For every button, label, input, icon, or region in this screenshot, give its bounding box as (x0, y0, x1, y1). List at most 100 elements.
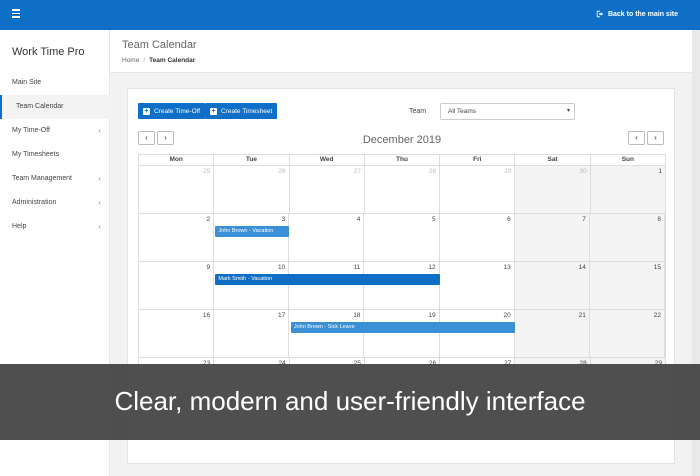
calendar-day-cell[interactable]: 9 (139, 262, 215, 309)
sidebar-item-help[interactable]: Help ‹ (0, 215, 110, 239)
day-number: 15 (653, 264, 661, 271)
team-label: Team (409, 108, 427, 115)
sidebar-item-label: Help (12, 223, 27, 230)
team-select[interactable]: All Teams ▾ (440, 103, 575, 120)
day-number: 2 (206, 216, 211, 223)
breadcrumb-home[interactable]: Home (122, 57, 139, 64)
calendar-day-cell[interactable]: 4 (289, 214, 365, 261)
calendar-day-cell[interactable]: 18 (289, 310, 365, 357)
plus-icon: + (210, 107, 217, 115)
calendar-day-cell[interactable]: 28 (365, 166, 441, 213)
top-bar: Back to the main site (0, 0, 700, 30)
calendar-day-cell[interactable]: 16 (139, 310, 215, 357)
calendar-week-row: 25 26 27 28 29 30 1 (138, 165, 666, 213)
calendar-event[interactable]: Mark Smith - Vacation (215, 274, 440, 285)
breadcrumb-current: Team Calendar (149, 57, 196, 64)
create-time-off-button[interactable]: + Create Time-Off (138, 103, 206, 119)
day-number: 29 (504, 168, 512, 175)
calendar-event[interactable]: John Brown - Sick Leave (290, 322, 516, 333)
calendar-day-cell[interactable]: 8 (589, 214, 665, 261)
day-number: 4 (356, 216, 361, 223)
weekday-header: Fri (440, 155, 516, 165)
calendar-day-cell[interactable]: 14 (514, 262, 590, 309)
sidebar-item-my-time-off[interactable]: My Time-Off ‹ (0, 119, 110, 143)
calendar-day-cell[interactable]: 19 (364, 310, 440, 357)
weekday-header-row: Mon Tue Wed Thu Fri Sat Sun (138, 154, 666, 165)
day-number: 8 (657, 216, 661, 223)
sidebar-item-team-management[interactable]: Team Management ‹ (0, 167, 110, 191)
plus-icon: + (143, 107, 150, 115)
weekday-header: Tue (214, 155, 290, 165)
day-number: 12 (428, 264, 436, 271)
calendar-week-row: 16 17 18 19 20 21 22 John Brown - Sick Leave (138, 309, 666, 357)
next-month-button-right[interactable]: › (647, 131, 664, 145)
month-title: December 2019 (362, 134, 442, 146)
chevron-left-icon: ‹ (98, 126, 101, 135)
calendar-day-cell[interactable]: 21 (514, 310, 590, 357)
breadcrumb: Home / Team Calendar (122, 57, 195, 64)
chevron-left-icon: ‹ (98, 222, 101, 231)
calendar-day-cell[interactable]: 12 (364, 262, 440, 309)
calendar-day-cell[interactable]: 7 (514, 214, 590, 261)
calendar-day-cell[interactable]: 13 (440, 262, 515, 309)
day-number: 20 (503, 312, 511, 319)
brand-title: Work Time Pro (12, 46, 85, 58)
sidebar-item-administration[interactable]: Administration ‹ (0, 191, 110, 215)
calendar-day-cell[interactable]: 29 (440, 166, 516, 213)
calendar-event[interactable]: John Brown - Vacation (215, 226, 289, 237)
calendar-day-cell[interactable]: 25 (139, 166, 215, 213)
day-number: 3 (281, 216, 286, 223)
calendar-day-cell[interactable]: 2 (139, 214, 215, 261)
calendar-day-cell[interactable]: 22 (589, 310, 665, 357)
page-header: Team Calendar Home / Team Calendar (110, 30, 700, 73)
create-time-off-label: Create Time-Off (154, 107, 201, 115)
sidebar-item-label: Team Management (12, 175, 72, 182)
create-timesheet-label: Create Timesheet (221, 107, 273, 115)
sidebar-item-label: Team Calendar (16, 103, 64, 110)
chevron-left-icon: ‹ (98, 198, 101, 207)
day-number: 30 (579, 168, 587, 175)
day-number: 28 (428, 168, 437, 175)
day-number: 1 (658, 168, 662, 175)
day-number: 18 (353, 312, 361, 319)
day-number: 13 (503, 264, 511, 271)
create-timesheet-button[interactable]: + Create Timesheet (205, 103, 278, 119)
calendar-day-cell[interactable]: 6 (440, 214, 515, 261)
day-number: 25 (203, 168, 211, 175)
calendar-day-cell[interactable]: 27 (290, 166, 365, 213)
sidebar-item-team-calendar[interactable]: Team Calendar (0, 95, 110, 119)
sidebar-item-my-timesheets[interactable]: My Timesheets (0, 143, 110, 167)
calendar-day-cell[interactable]: 20 (440, 310, 515, 357)
page-title: Team Calendar (122, 39, 197, 51)
calendar-day-cell[interactable]: 1 (590, 166, 665, 213)
day-number: 21 (578, 312, 586, 319)
calendar-day-cell[interactable]: 5 (364, 214, 440, 261)
sidebar-item-label: My Time-Off (12, 127, 50, 134)
calendar-day-cell[interactable]: 15 (589, 262, 665, 309)
calendar-day-cell[interactable]: 10 (214, 262, 290, 309)
day-number: 6 (507, 216, 511, 223)
day-number: 7 (582, 216, 586, 223)
calendar-day-cell[interactable]: 26 (214, 166, 290, 213)
calendar-day-cell[interactable]: 30 (515, 166, 591, 213)
day-number: 16 (202, 312, 211, 319)
weekday-header: Sat (515, 155, 591, 165)
breadcrumb-separator: / (143, 57, 146, 64)
back-to-main-site-link[interactable]: Back to the main site (596, 10, 678, 18)
day-number: 17 (278, 312, 286, 319)
calendar-day-cell[interactable]: 3 (214, 214, 290, 261)
menu-icon[interactable] (12, 9, 20, 21)
sign-out-icon (596, 10, 604, 18)
weekday-header: Thu (365, 155, 441, 165)
calendar-day-cell[interactable]: 17 (214, 310, 290, 357)
sidebar-item-main-site[interactable]: Main Site (0, 71, 110, 95)
calendar-week-row: 9 10 11 12 13 14 15 Mark Smith - Vacation (138, 261, 666, 309)
prev-month-button-right[interactable]: ‹ (628, 131, 645, 145)
team-select-value: All Teams (448, 108, 477, 115)
caret-down-icon: ▾ (566, 108, 570, 114)
calendar-day-cell[interactable]: 11 (289, 262, 365, 309)
day-number: 14 (578, 264, 586, 271)
sidebar-item-label: Main Site (12, 79, 42, 86)
promo-banner: Clear, modern and user-friendly interfac… (0, 364, 700, 440)
sidebar-item-label: My Timesheets (12, 151, 60, 158)
